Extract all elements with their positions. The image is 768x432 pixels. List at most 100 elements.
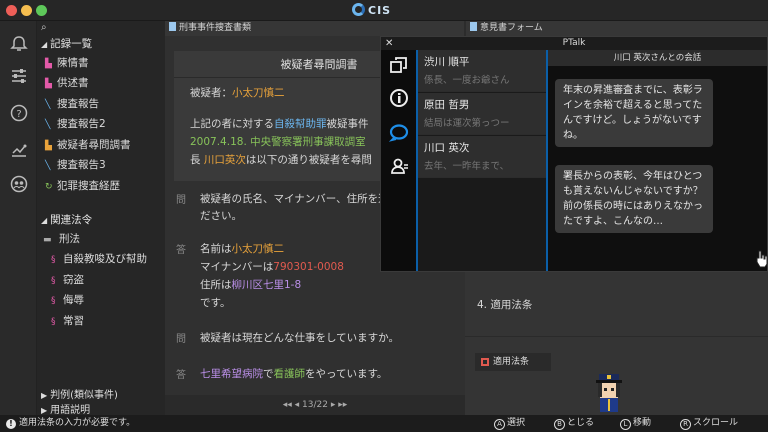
charge-keyword[interactable]: 自殺幇助罪	[274, 118, 327, 130]
answer-mark: 答	[176, 245, 186, 256]
expand-icon: ▶	[41, 406, 48, 415]
people-chat-icon[interactable]	[9, 175, 29, 195]
contact-preview: 結局は運次第っつー	[424, 118, 510, 129]
record-item-5[interactable]: ╲ 捜査報告3	[45, 157, 106, 172]
collapse-icon: ◢	[41, 216, 48, 225]
officer-name[interactable]: 川口英次	[204, 154, 246, 166]
contacts-icon[interactable]	[388, 156, 410, 178]
glossary-item[interactable]: ▶ 用語説明	[41, 401, 90, 416]
ptalk-toolbar	[381, 50, 416, 271]
record-label: 捜査報告	[57, 98, 99, 110]
mynumber-keyword[interactable]: 790301-0008	[273, 261, 344, 273]
checkbox-icon	[481, 358, 489, 366]
contact-item[interactable]: 川口 英次去年、一昨年まで、	[418, 136, 546, 178]
address-keyword[interactable]: 柳川区七里1-8	[232, 279, 302, 291]
records-panel: ⌕ ◢ 記録一覧 ▙ 陳情書 ▙ 供述書 ╲ 捜査報告 ╲ 捜査報告2 ▙ 被疑者尋問調書 …	[37, 21, 165, 416]
hand-cursor-icon	[756, 250, 768, 268]
record-label: 供述書	[57, 77, 89, 89]
hint-move: L 移動	[620, 415, 651, 432]
info-icon[interactable]	[388, 88, 410, 110]
intro-line-1: 上記の者に対する自殺幇助罪被疑事件	[190, 116, 369, 131]
r-stick-icon: R	[680, 419, 691, 430]
bell-icon[interactable]	[9, 35, 29, 55]
contact-item[interactable]: 渋川 順平係長、一度お爺さん	[418, 50, 546, 92]
record-item-3[interactable]: ╲ 捜査報告2	[45, 116, 106, 131]
precedents-item[interactable]: ▶ 判例(類似事件)	[41, 386, 118, 401]
windows-icon[interactable]	[388, 55, 410, 77]
search-icon[interactable]: ⌕	[41, 22, 47, 33]
wrench-icon: ╲	[45, 161, 51, 171]
svg-text:?: ?	[16, 109, 21, 120]
record-item-2[interactable]: ╲ 捜査報告	[45, 96, 99, 111]
maximize-window-button[interactable]	[36, 5, 47, 16]
date-place-keyword[interactable]: 2007.4.18. 中央警察署刑事課取調室	[190, 136, 366, 148]
record-item-1[interactable]: ▙ 供述書	[45, 75, 89, 90]
contact-preview: 係長、一度お爺さん	[424, 75, 510, 86]
doc-icon: ▙	[45, 79, 52, 89]
contact-name: 川口 英次	[424, 142, 470, 154]
page-navigator[interactable]: ◂◂ ◂ 13/22 ▸ ▸▸	[165, 395, 465, 415]
divider	[465, 336, 768, 337]
chat-header: 川口 英次さんとの会話	[548, 50, 767, 66]
record-item-6[interactable]: ↻ 犯罪捜査経歴	[45, 178, 120, 193]
chart-icon[interactable]	[9, 140, 29, 160]
question-text: ださい。	[200, 210, 242, 222]
tab-label: 刑事事件捜査書類	[179, 23, 252, 33]
job-keyword[interactable]: 看護師	[274, 368, 306, 380]
records-header[interactable]: ◢ 記録一覧	[41, 36, 92, 51]
document-icon	[470, 22, 477, 31]
tab-opinion-form[interactable]: 意見書フォーム	[466, 21, 768, 36]
contact-item[interactable]: 原田 哲男 結局は運次第っつー	[418, 93, 546, 135]
l-stick-icon: L	[620, 419, 631, 430]
history-icon: ↻	[45, 182, 53, 192]
hint-label: スクロール	[693, 418, 739, 428]
close-window-button[interactable]	[6, 5, 17, 16]
hint-label: とじる	[567, 418, 595, 428]
record-label: 捜査報告3	[57, 159, 106, 171]
status-text: 適用法条の入力が必要です。	[19, 418, 136, 428]
page-indicator: ◂◂ ◂ 13/22 ▸ ▸▸	[282, 400, 348, 410]
suspect-name[interactable]: 小太刀慎二	[232, 87, 285, 99]
law-icon: §	[51, 255, 56, 265]
place-keyword[interactable]: 七里希望病院	[200, 368, 263, 380]
contact-name: 渋川 順平	[424, 56, 470, 68]
status-bar: ! 適用法条の入力が必要です。 A 選択 B とじる L 移動 R スクロール	[0, 415, 768, 432]
minimize-window-button[interactable]	[21, 5, 32, 16]
law-item-1[interactable]: § 窃盗	[51, 272, 84, 287]
law-item-0[interactable]: § 自殺教唆及び幇助	[51, 251, 147, 266]
chat-panel[interactable]: 川口 英次さんとの会話 年末の昇進審査までに、表彰ラインを余裕で超えると思ってた…	[546, 50, 767, 271]
laws-folder[interactable]: ▬ 刑法	[43, 231, 80, 246]
law-icon: §	[51, 276, 56, 286]
answer-mark: 答	[176, 370, 186, 381]
record-item-0[interactable]: ▙ 陳情書	[45, 55, 89, 70]
hint-close: B とじる	[554, 415, 594, 432]
sliders-icon[interactable]	[9, 67, 29, 87]
tab-criminal-docs[interactable]: 刑事事件捜査書類	[165, 21, 464, 36]
answer-line: 名前は小太刀慎二	[200, 241, 284, 256]
answer-text: をやっています。	[305, 368, 388, 380]
ptalk-window: ✕ PTalk 渋川 順平係長、一度お爺さん 原田 哲男 結局は運次第っつー 川口…	[380, 36, 768, 272]
applicable-law-label: 適用法条	[493, 357, 530, 367]
alert-icon: !	[6, 419, 16, 429]
name-keyword[interactable]: 小太刀慎二	[232, 243, 285, 255]
answer-text: 住所は	[200, 279, 232, 291]
chat-icon[interactable]	[388, 122, 410, 144]
law-item-3[interactable]: § 常習	[51, 313, 84, 328]
law-label: 侮辱	[63, 294, 84, 306]
applicable-law-button[interactable]: 適用法条	[475, 353, 551, 371]
record-label: 捜査報告2	[57, 118, 106, 130]
hint-label: 選択	[507, 418, 526, 428]
officer-mascot-icon	[596, 374, 622, 412]
suspect-label: 被疑者：	[190, 87, 232, 99]
folder-icon: ▬	[43, 235, 52, 245]
record-item-4[interactable]: ▙ 被疑者尋問調書	[45, 137, 131, 152]
ptalk-title-bar: ✕ PTalk	[381, 37, 767, 50]
form-section-4: 4. 適用法条	[477, 299, 533, 311]
records-header-label: 記録一覧	[50, 38, 93, 50]
law-item-2[interactable]: § 侮辱	[51, 292, 84, 307]
help-icon[interactable]: ?	[9, 104, 29, 124]
law-label: 自殺教唆及び幇助	[63, 253, 147, 265]
contact-preview: 去年、一昨年まで、	[424, 161, 510, 172]
icon-rail: ?	[0, 21, 37, 415]
laws-header[interactable]: ◢ 関連法令	[41, 212, 92, 227]
